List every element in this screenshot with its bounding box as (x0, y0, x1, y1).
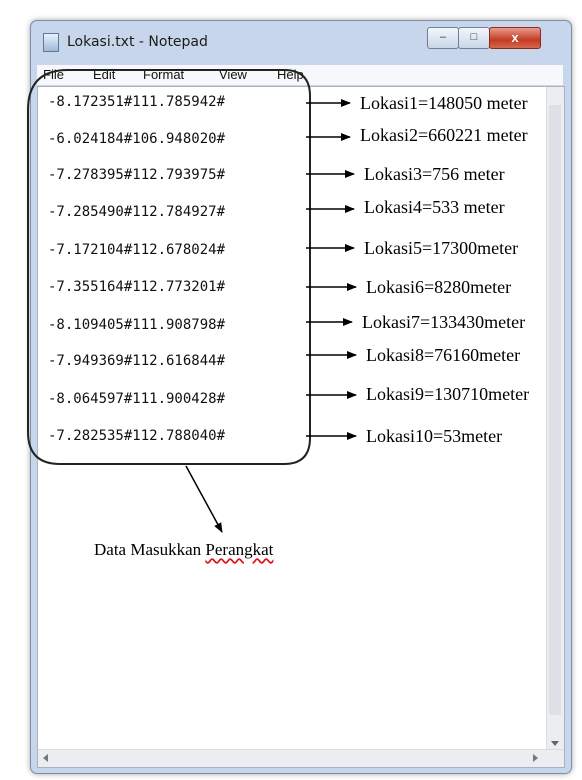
annotation-layer (27, 69, 357, 533)
data-outline (27, 69, 311, 465)
caption-pointer-arrow-icon (185, 465, 223, 533)
